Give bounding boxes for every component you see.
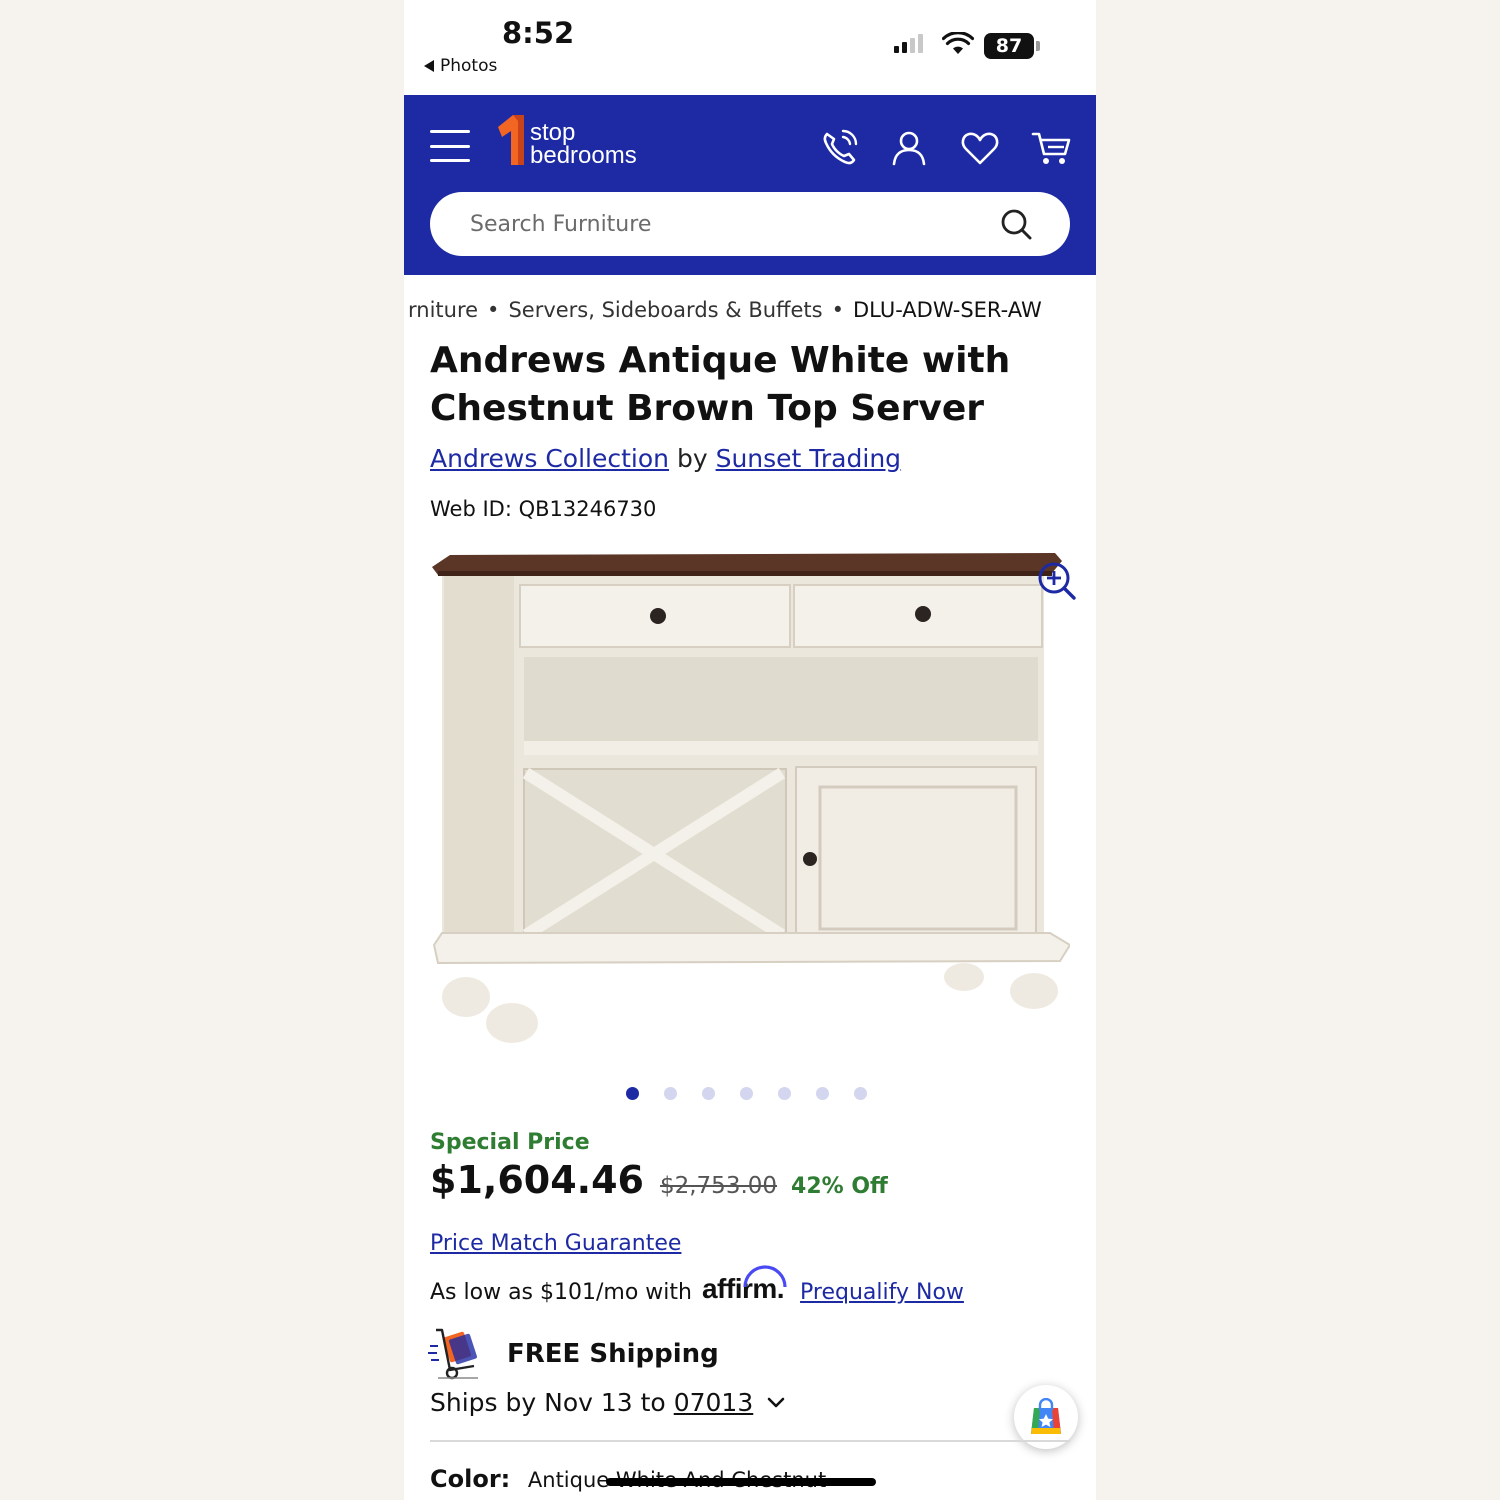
financing-text: As low as $101/mo with xyxy=(430,1280,692,1305)
free-shipping-label: FREE Shipping xyxy=(507,1339,719,1369)
shipping-dolly-icon xyxy=(428,1328,478,1380)
phone-icon[interactable] xyxy=(819,128,859,168)
menu-icon[interactable] xyxy=(430,130,470,162)
phone-screen: 8:52 Photos 87 stop bedrooms Search Furn… xyxy=(404,0,1096,1500)
discount-badge: 42% Off xyxy=(791,1174,888,1199)
brand-logo[interactable]: stop bedrooms xyxy=(494,113,664,173)
carousel-dot[interactable] xyxy=(664,1087,677,1100)
carousel-dot[interactable] xyxy=(702,1087,715,1100)
ships-by-line: Ships by Nov 13 to 07013 xyxy=(430,1388,785,1417)
web-id: Web ID: QB13246730 xyxy=(430,497,657,521)
search-input[interactable] xyxy=(470,192,990,256)
search-icon[interactable] xyxy=(1000,208,1032,240)
price-row: $1,604.46 $2,753.00 42% Off xyxy=(430,1158,888,1202)
current-price: $1,604.46 xyxy=(430,1158,644,1202)
shopping-bag-icon xyxy=(1031,1398,1061,1434)
logo-text-bedrooms: bedrooms xyxy=(530,142,637,169)
financing-line: As low as $101/mo with affirm. Prequalif… xyxy=(430,1265,964,1305)
battery-icon: 87 xyxy=(984,33,1034,59)
price-match-link[interactable]: Price Match Guarantee xyxy=(430,1231,681,1256)
logo-number-mark xyxy=(498,115,524,165)
carousel-dot[interactable] xyxy=(626,1087,639,1100)
cart-icon[interactable] xyxy=(1031,128,1071,168)
carousel-dot[interactable] xyxy=(778,1087,791,1100)
search-bar xyxy=(430,192,1070,256)
collection-link[interactable]: Andrews Collection xyxy=(430,444,669,473)
breadcrumb-item-furniture[interactable]: rniture xyxy=(408,298,478,322)
affirm-arc-icon xyxy=(743,1265,787,1288)
carousel-dot[interactable] xyxy=(740,1087,753,1100)
image-carousel-dots xyxy=(626,1087,867,1100)
product-image[interactable] xyxy=(430,545,1070,1045)
by-label: by xyxy=(676,444,708,473)
breadcrumb-separator: • xyxy=(487,298,500,322)
zip-code-link[interactable]: 07013 xyxy=(674,1388,754,1417)
special-price-label: Special Price xyxy=(430,1130,590,1155)
prequalify-link[interactable]: Prequalify Now xyxy=(800,1280,964,1305)
zoom-in-icon[interactable] xyxy=(1036,560,1078,602)
ships-by-text: Ships by Nov 13 to xyxy=(430,1388,666,1417)
breadcrumb-separator: • xyxy=(831,298,844,322)
section-divider xyxy=(430,1440,1070,1442)
battery-tip xyxy=(1036,41,1040,51)
heart-icon[interactable] xyxy=(960,128,1000,168)
home-indicator[interactable] xyxy=(606,1478,876,1486)
chevron-down-icon[interactable] xyxy=(767,1397,785,1409)
collection-line: Andrews Collection by Sunset Trading xyxy=(430,444,901,473)
back-arrow-icon xyxy=(424,60,434,72)
breadcrumb-item-servers[interactable]: Servers, Sideboards & Buffets xyxy=(508,298,822,322)
back-label: Photos xyxy=(440,56,498,76)
site-header: stop bedrooms xyxy=(404,95,1096,275)
breadcrumb-current: DLU-ADW-SER-AW xyxy=(853,298,1042,322)
cellular-signal-icon xyxy=(894,34,923,53)
brand-link[interactable]: Sunset Trading xyxy=(716,444,901,473)
status-time: 8:52 xyxy=(502,16,575,50)
wifi-icon xyxy=(942,32,974,54)
account-icon[interactable] xyxy=(889,128,929,168)
carousel-dot[interactable] xyxy=(854,1087,867,1100)
original-price: $2,753.00 xyxy=(659,1173,778,1199)
back-to-photos[interactable]: Photos xyxy=(424,56,497,76)
affirm-logo: affirm. xyxy=(702,1265,787,1305)
carousel-dot[interactable] xyxy=(816,1087,829,1100)
color-label: Color: xyxy=(430,1465,511,1493)
breadcrumb: rniture • Servers, Sideboards & Buffets • DL… xyxy=(404,296,1096,328)
product-title: Andrews Antique White with Chestnut Brow… xyxy=(430,340,1011,429)
